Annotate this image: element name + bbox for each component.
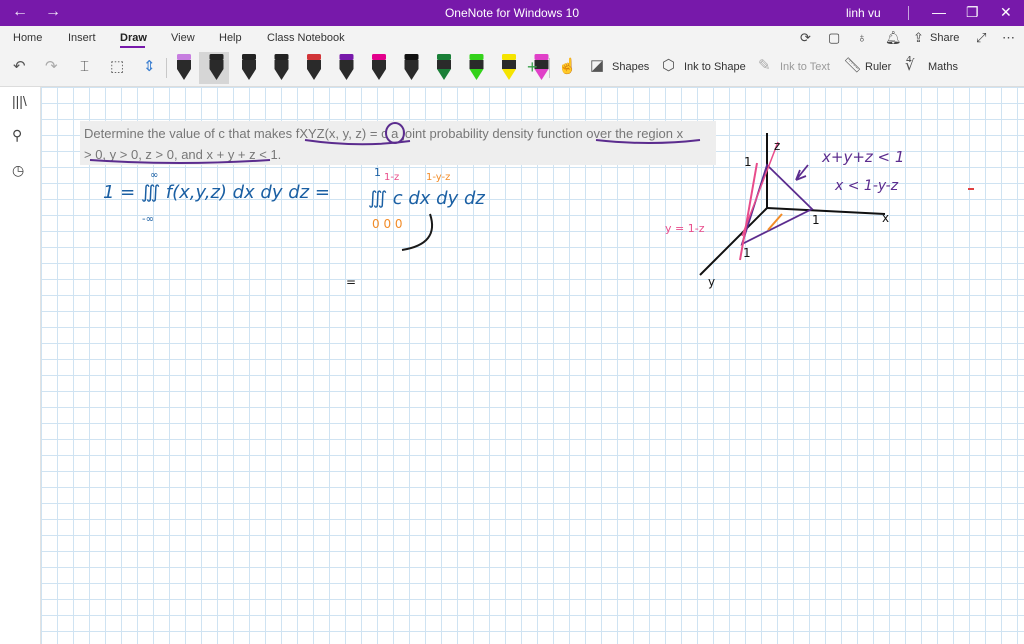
- ink-y-axis: [699, 207, 768, 276]
- ink-eq-right: ∭ c dx dy dz: [368, 188, 485, 209]
- ink-upper-limit: ∞: [150, 170, 158, 181]
- ink-limit-inner: 1-y-z: [426, 172, 450, 183]
- ink-limit-outer: 1: [374, 166, 381, 179]
- ink-constraint-1: x+y+z < 1: [821, 148, 904, 166]
- ink-limit-mid: 1-z: [384, 172, 399, 183]
- ink-bracket-stroke: [401, 213, 433, 251]
- ink-layer: 1 = ∭ f(x,y,z) dx dy dz = ∞ -∞ ∭ c dx dy…: [89, 122, 974, 289]
- ink-arrow: [795, 164, 809, 181]
- ink-axis-z-label: z: [774, 139, 780, 153]
- ink-circle-c: [385, 122, 405, 144]
- ink-lower-limit: -∞: [142, 214, 154, 225]
- ink-eq-left: 1 = ∭ f(x,y,z) dx dy dz =: [103, 182, 330, 203]
- ink-axis-x-label: x: [882, 211, 889, 225]
- ink-constraint-2: x < 1-y-z: [834, 178, 899, 194]
- ink-x-axis: [766, 207, 886, 215]
- ink-pink-label: y = 1-z: [665, 222, 705, 235]
- ink-underline-conditions: [89, 159, 271, 164]
- ink-axis-y-label: y: [708, 275, 715, 289]
- ink-one-x: 1: [812, 213, 820, 227]
- ink-one-z: 1: [744, 155, 752, 169]
- ink-stray-mark: =: [346, 275, 356, 289]
- ink-underline-region: [595, 139, 701, 144]
- ink-zeros: 0 0 0: [372, 217, 403, 231]
- ink-one-y: 1: [743, 246, 751, 260]
